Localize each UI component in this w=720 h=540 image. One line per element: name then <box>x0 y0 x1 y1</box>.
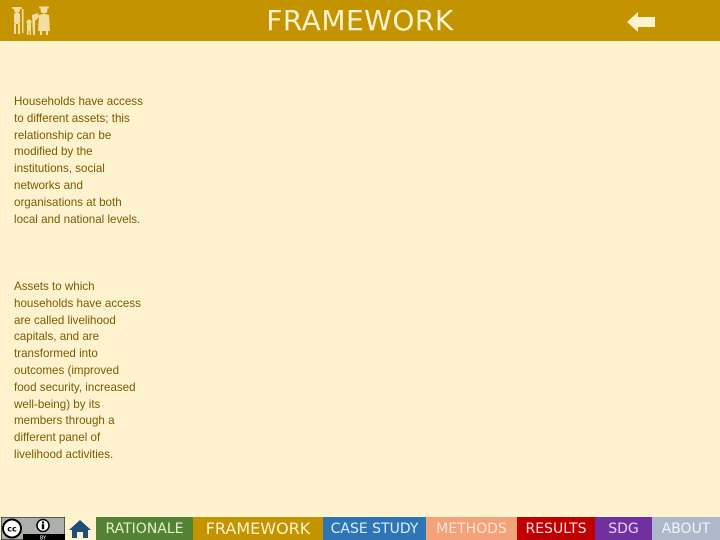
tab-case-study[interactable]: CASE STUDY <box>323 517 426 540</box>
intro-paragraph: Households have access to different asse… <box>14 95 143 226</box>
capitals-paragraph: Assets to which households have access a… <box>14 280 141 461</box>
tab-framework[interactable]: FRAMEWORK <box>193 517 323 540</box>
tab-about[interactable]: ABOUT <box>652 517 720 540</box>
left-arrow-icon[interactable] <box>626 10 656 34</box>
svg-text:cc: cc <box>7 525 17 534</box>
tab-results[interactable]: RESULTS <box>517 517 595 540</box>
tab-methods[interactable]: METHODS <box>426 517 517 540</box>
footer-nav: cc BY RATIONALE FRAMEWORK CASE STUDY MET… <box>0 517 720 540</box>
page-title: FRAMEWORK <box>266 4 454 37</box>
cc-by-license-icon[interactable]: cc BY <box>1 517 65 540</box>
tab-sdg[interactable]: SDG <box>595 517 652 540</box>
home-icon[interactable] <box>68 518 92 539</box>
tab-rationale[interactable]: RATIONALE <box>96 517 193 540</box>
header-bar: FRAMEWORK <box>0 0 720 41</box>
svg-text:BY: BY <box>40 536 47 540</box>
